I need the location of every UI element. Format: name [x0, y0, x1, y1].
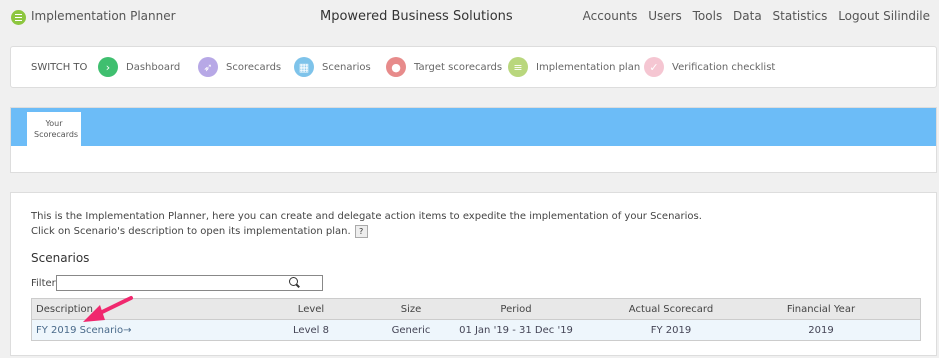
- switch-target-scorecards-label: Target scorecards: [414, 61, 503, 73]
- cell-financial-year: 2019: [808, 324, 834, 336]
- tab-your-scorecards[interactable]: Your Scorecards: [27, 112, 81, 146]
- scenario-description-link[interactable]: FY 2019 Scenario→: [32, 325, 246, 336]
- paper-plane-icon: ➶: [198, 57, 218, 77]
- cell-size: Generic: [391, 324, 431, 336]
- nav-accounts[interactable]: Accounts: [583, 9, 638, 23]
- table-header-row: Description Level Size Period Actual Sco…: [32, 299, 920, 320]
- top-nav: Accounts Users Tools Data Statistics Log…: [576, 9, 930, 23]
- switch-dashboard-label: Dashboard: [126, 61, 181, 73]
- header-period[interactable]: Period: [446, 304, 586, 315]
- chevron-right-icon: ›: [98, 57, 118, 77]
- switch-implementation-plan[interactable]: ≡ Implementation plan: [508, 56, 640, 78]
- switch-implementation-plan-label: Implementation plan: [536, 61, 641, 73]
- cell-actual-scorecard: FY 2019: [650, 324, 692, 336]
- switch-scorecards-label: Scorecards: [226, 61, 282, 73]
- intro-line-2: Click on Scenario's description to open …: [31, 224, 702, 239]
- nav-tools[interactable]: Tools: [693, 9, 723, 23]
- filter-input[interactable]: [56, 275, 323, 291]
- header-actual-scorecard[interactable]: Actual Scorecard: [586, 304, 756, 315]
- switch-target-scorecards[interactable]: ● Target scorecards: [386, 56, 502, 78]
- header-financial-year[interactable]: Financial Year: [756, 304, 886, 315]
- switch-to-label: SWITCH TO: [31, 62, 88, 73]
- cell-level: Level 8: [293, 324, 329, 336]
- map-pin-icon: ●: [386, 57, 406, 77]
- header-description[interactable]: Description: [32, 304, 246, 315]
- switch-dashboard[interactable]: › Dashboard: [98, 56, 180, 78]
- switch-verification-checklist-label: Verification checklist: [672, 61, 776, 73]
- company-name: Mpowered Business Solutions: [320, 9, 513, 24]
- map-icon: ▦: [294, 57, 314, 77]
- intro-text: This is the Implementation Planner, here…: [31, 209, 702, 239]
- cell-period: 01 Jan '19 - 31 Dec '19: [459, 324, 573, 336]
- help-button[interactable]: ?: [354, 224, 368, 238]
- section-title: Scenarios: [31, 251, 90, 265]
- tabs-band: [11, 108, 936, 146]
- intro-line-2-text: Click on Scenario's description to open …: [31, 226, 351, 237]
- switch-to-panel: SWITCH TO › Dashboard ➶ Scorecards ▦ Sce…: [10, 46, 937, 88]
- tabs-panel: Your Scorecards: [10, 107, 937, 173]
- nav-users[interactable]: Users: [648, 9, 682, 23]
- list-icon: ≡: [508, 57, 528, 77]
- header-level[interactable]: Level: [246, 304, 376, 315]
- intro-line-1: This is the Implementation Planner, here…: [31, 211, 702, 222]
- switch-scenarios-label: Scenarios: [322, 61, 371, 73]
- nav-statistics[interactable]: Statistics: [773, 9, 828, 23]
- top-bar: Implementation Planner Mpowered Business…: [0, 0, 939, 36]
- table-row[interactable]: FY 2019 Scenario→ Level 8 Generic 01 Jan…: [32, 320, 920, 340]
- app-title: Implementation Planner: [31, 9, 176, 23]
- switch-scenarios[interactable]: ▦ Scenarios: [294, 56, 371, 78]
- switch-verification-checklist[interactable]: ✓ Verification checklist: [644, 56, 775, 78]
- header-size[interactable]: Size: [376, 304, 446, 315]
- main-panel: This is the Implementation Planner, here…: [10, 192, 937, 356]
- search-icon[interactable]: [289, 277, 298, 286]
- nav-logout[interactable]: Logout Silindile: [838, 9, 930, 23]
- tab-your-scorecards-label: Your Scorecards: [34, 119, 79, 139]
- scenarios-table: Description Level Size Period Actual Sco…: [31, 298, 921, 341]
- switch-scorecards[interactable]: ➶ Scorecards: [198, 56, 281, 78]
- check-icon: ✓: [644, 57, 664, 77]
- list-icon: [11, 10, 26, 25]
- filter-label: Filter: [31, 278, 56, 289]
- nav-data[interactable]: Data: [733, 9, 762, 23]
